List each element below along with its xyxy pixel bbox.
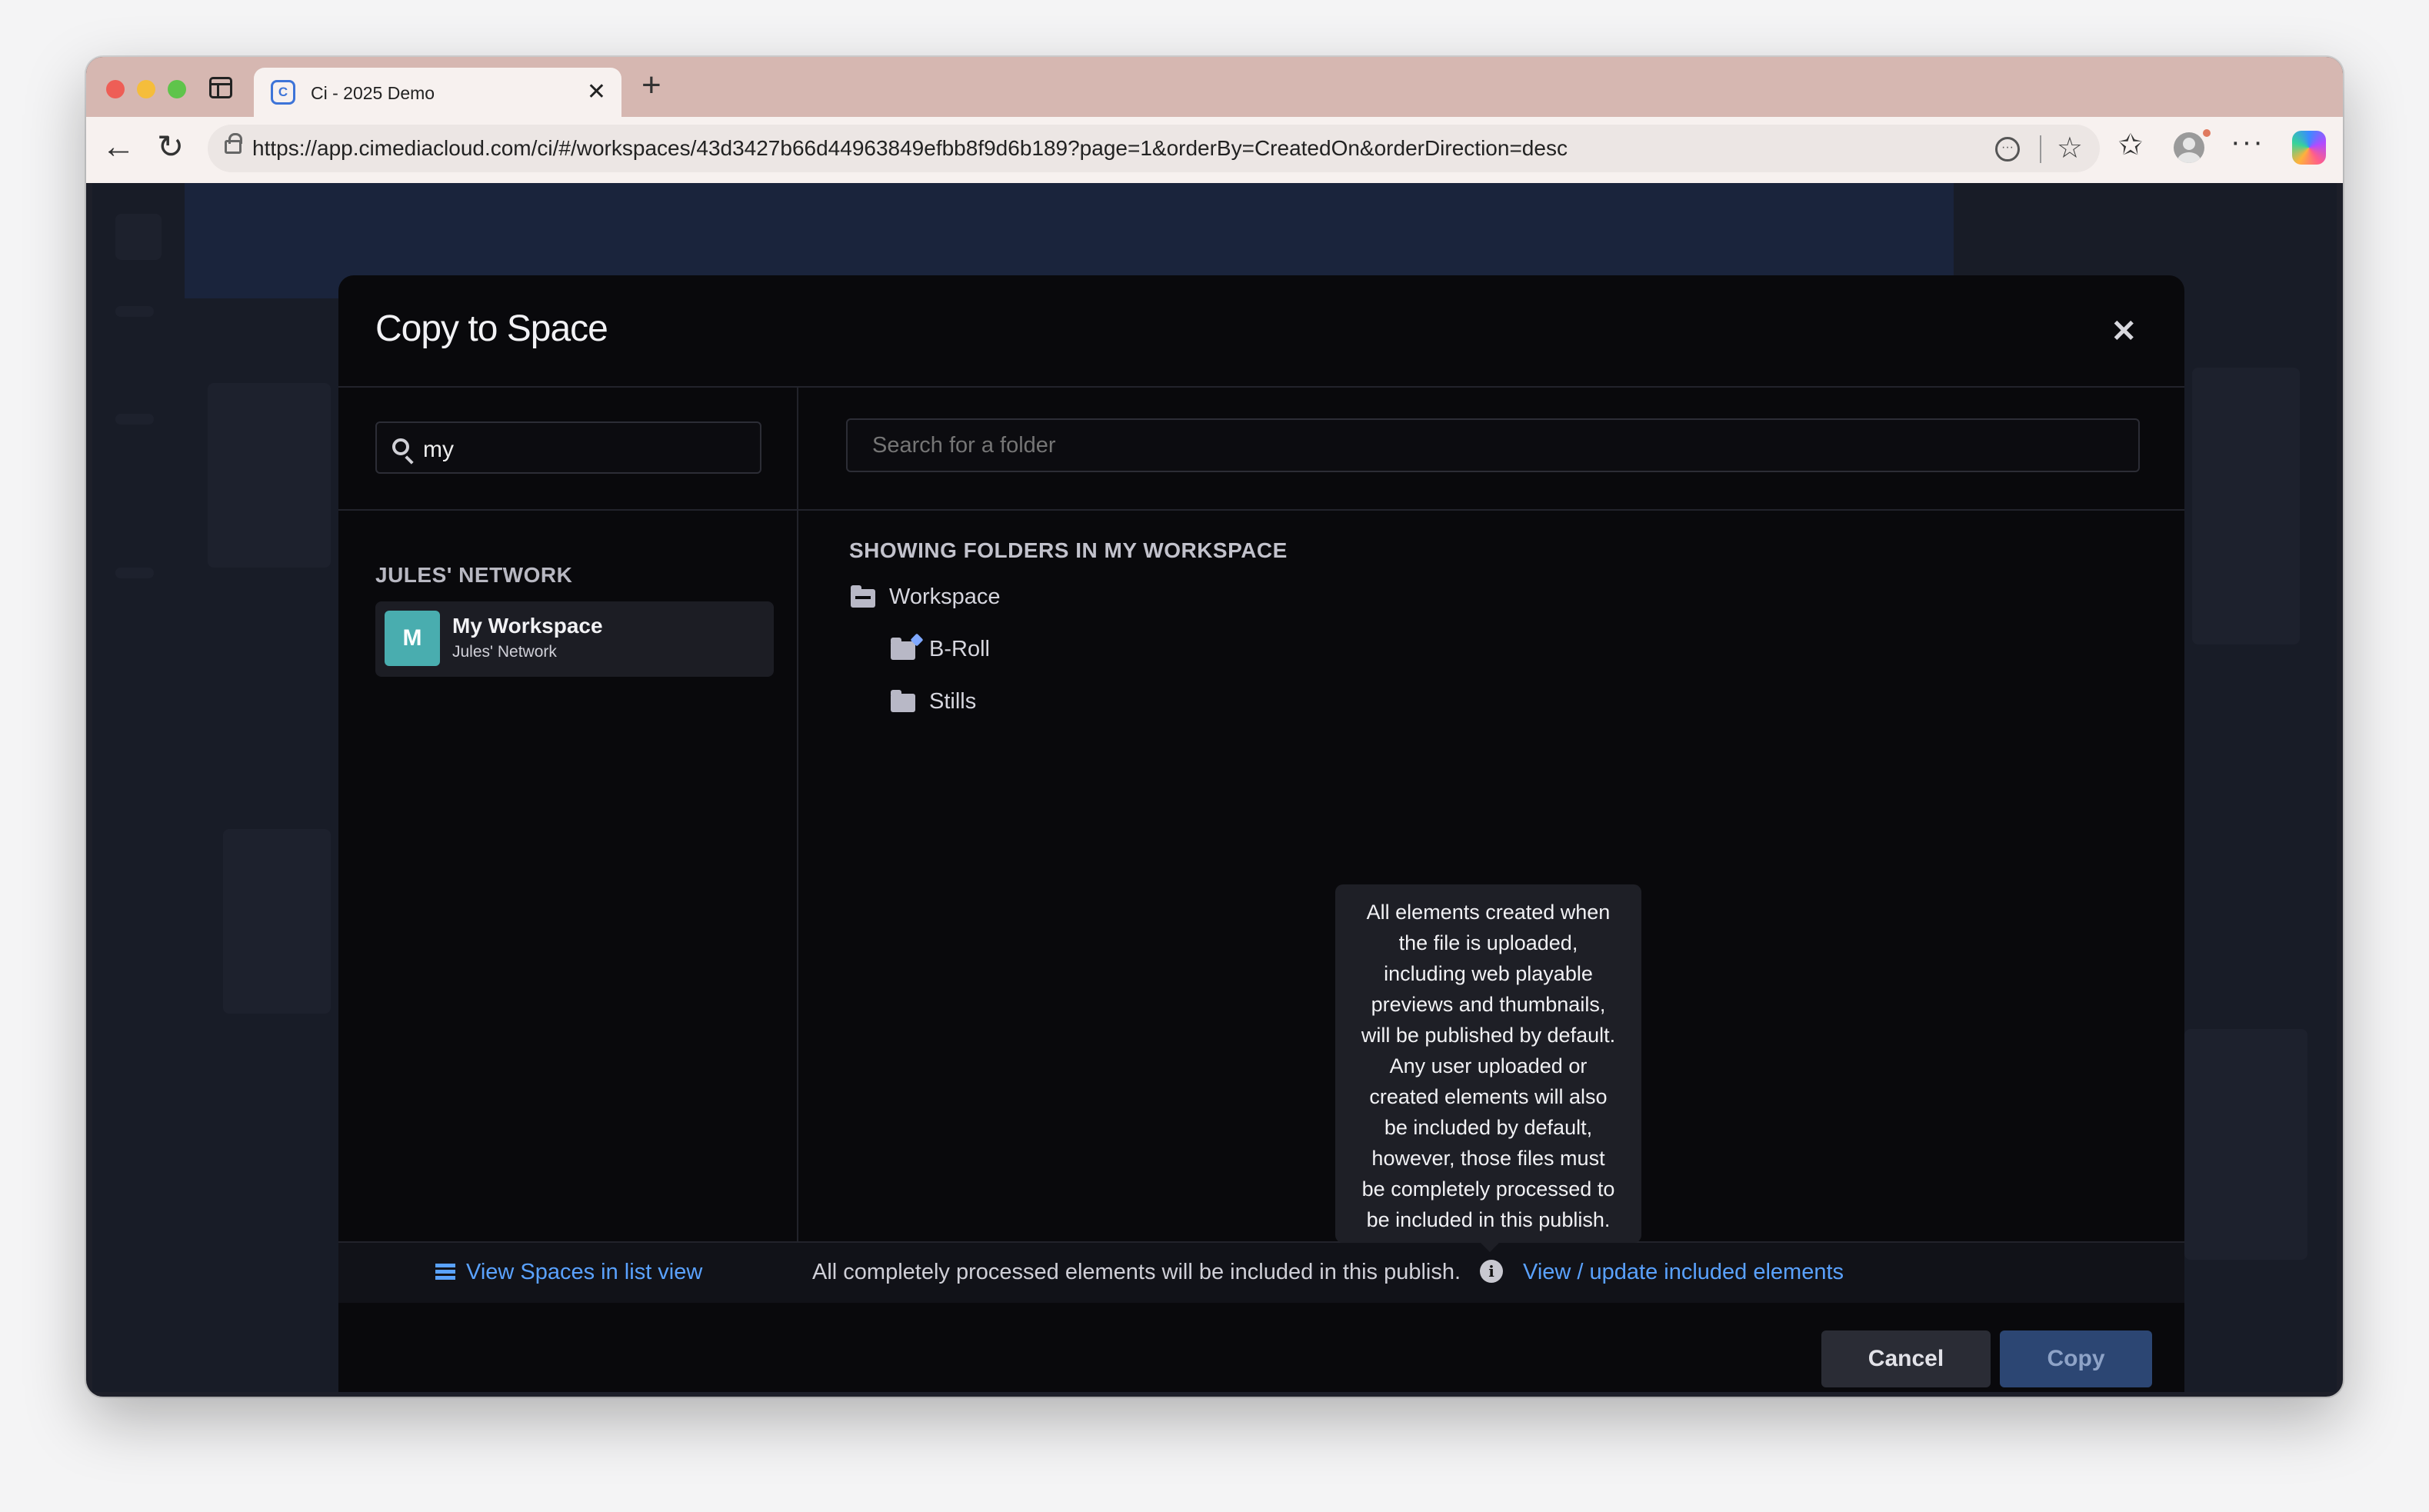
page-backdrop: Copy to Space ✕ my JULES' NETWORK M My W… (92, 183, 2337, 1392)
tooltip-line: be included by default, (1384, 1116, 1593, 1139)
tooltip-line: previews and thumbnails, (1371, 993, 1606, 1016)
tooltip-line: be completely processed to (1361, 1177, 1615, 1201)
tab-bar: C Ci - 2025 Demo ✕ + (86, 57, 2343, 117)
tooltip-line: however, those files must (1371, 1147, 1605, 1170)
folders-heading: SHOWING FOLDERS IN MY WORKSPACE (849, 538, 1288, 562)
browser-window: C Ci - 2025 Demo ✕ + ← ↻ https://app.cim… (86, 57, 2343, 1397)
space-network: Jules' Network (452, 643, 557, 661)
notification-dot-icon (2203, 129, 2211, 137)
back-icon[interactable]: ← (102, 128, 135, 166)
space-search-value[interactable]: my (423, 437, 454, 463)
lock-icon (225, 133, 242, 154)
publish-note: All completely processed elements will b… (812, 1260, 1461, 1284)
folder-label: Stills (929, 689, 977, 714)
profile-avatar-icon[interactable] (2174, 132, 2204, 163)
column-divider (797, 386, 798, 1301)
address-bar-divider (2040, 135, 2041, 163)
update-elements-link[interactable]: View / update included elements (1523, 1260, 1844, 1285)
tooltip-line: will be published by default. (1361, 1024, 1616, 1047)
space-list-item[interactable]: M My Workspace Jules' Network (375, 601, 774, 677)
folder-open-icon (851, 585, 875, 608)
tooltip-line: Any user uploaded or (1389, 1054, 1588, 1077)
header-divider (338, 386, 2184, 388)
new-tab-icon[interactable]: + (641, 66, 661, 105)
copilot-icon[interactable] (2292, 131, 2326, 165)
folder-icon (891, 690, 915, 712)
reload-icon[interactable]: ↻ (157, 128, 184, 165)
tab-title: Ci - 2025 Demo (311, 83, 435, 103)
network-heading: JULES' NETWORK (375, 563, 573, 587)
reader-mode-icon[interactable]: ··· (1995, 137, 2020, 162)
favorites-icon[interactable]: ✩ (2118, 128, 2143, 162)
tooltip-caret (1481, 1243, 1499, 1252)
star-icon[interactable]: ☆ (2057, 131, 2083, 165)
tooltip-line: All elements created when (1366, 901, 1611, 924)
folder-label: Workspace (889, 584, 1001, 609)
space-name: My Workspace (452, 614, 603, 638)
info-icon[interactable]: i (1480, 1260, 1503, 1283)
list-view-label: View Spaces in list view (466, 1260, 703, 1284)
minimize-window-button[interactable] (137, 80, 155, 98)
list-view-link[interactable]: View Spaces in list view (435, 1260, 702, 1285)
shared-folder-icon (891, 633, 924, 660)
maximize-window-button[interactable] (168, 80, 186, 98)
sidebar-toggle-icon[interactable] (209, 77, 232, 98)
tooltip-line: the file is uploaded, (1398, 931, 1578, 954)
browser-tab[interactable]: C Ci - 2025 Demo ✕ (254, 68, 621, 117)
info-tooltip: All elements created when the file is up… (1335, 884, 1641, 1252)
browser-toolbar: ← ↻ https://app.cimediacloud.com/ci/#/wo… (86, 117, 2343, 183)
copy-to-space-dialog: Copy to Space ✕ my JULES' NETWORK M My W… (338, 275, 2184, 1392)
space-avatar: M (385, 611, 440, 666)
folder-search-input[interactable] (846, 418, 2140, 472)
dialog-title: Copy to Space (375, 308, 608, 349)
url-text[interactable]: https://app.cimediacloud.com/ci/#/worksp… (252, 136, 1568, 161)
space-search-input[interactable]: my (375, 421, 761, 474)
more-options-icon[interactable]: ··· (2231, 126, 2264, 159)
tab-close-icon[interactable]: ✕ (587, 78, 606, 105)
close-icon[interactable]: ✕ (2111, 314, 2137, 349)
tooltip-line: be included in this publish. (1366, 1208, 1611, 1231)
close-window-button[interactable] (106, 80, 125, 98)
list-icon (435, 1264, 455, 1281)
search-row-divider (338, 509, 2184, 511)
cancel-button[interactable]: Cancel (1821, 1330, 1991, 1387)
address-bar[interactable]: https://app.cimediacloud.com/ci/#/worksp… (208, 125, 2100, 172)
search-icon (392, 438, 409, 455)
favicon-icon: C (271, 80, 295, 105)
copy-button[interactable]: Copy (2000, 1330, 2152, 1387)
tooltip-line: created elements will also (1369, 1085, 1608, 1108)
folder-label: B-Roll (929, 637, 990, 661)
tooltip-line: including web playable (1384, 962, 1593, 985)
